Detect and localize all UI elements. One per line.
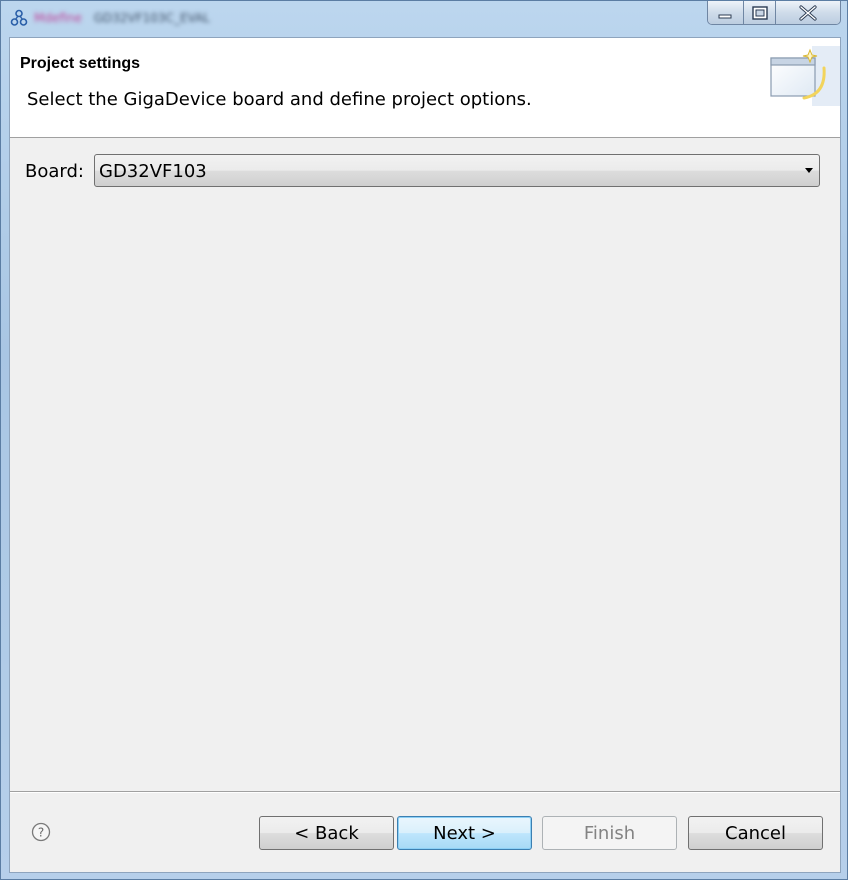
close-button[interactable] bbox=[776, 1, 840, 24]
dialog-client-area: Project settings Select the GigaDevice b… bbox=[9, 37, 841, 873]
cancel-button[interactable]: Cancel bbox=[688, 816, 823, 850]
minimize-icon bbox=[718, 14, 732, 18]
back-button[interactable]: < Back bbox=[259, 816, 394, 850]
board-select-value: GD32VF103 bbox=[99, 161, 207, 182]
window-title-project: GD32VF103C_EVAL bbox=[93, 11, 210, 25]
svg-text:?: ? bbox=[38, 826, 44, 840]
window-title-app: Mdefine bbox=[34, 11, 82, 25]
footer-separator bbox=[10, 791, 840, 793]
wizard-header: Project settings Select the GigaDevice b… bbox=[10, 38, 840, 138]
close-icon bbox=[799, 4, 817, 21]
help-icon[interactable]: ? bbox=[31, 822, 51, 842]
app-icon bbox=[10, 9, 28, 26]
wizard-banner-icon bbox=[770, 46, 840, 106]
next-button[interactable]: Next > bbox=[397, 816, 532, 850]
board-label: Board: bbox=[25, 161, 84, 182]
dialog-window: Mdefine GD32VF103C_EVAL Project settings… bbox=[0, 0, 848, 880]
chevron-down-icon bbox=[805, 168, 813, 173]
maximize-icon bbox=[751, 5, 768, 20]
finish-button[interactable]: Finish bbox=[542, 816, 677, 850]
maximize-button[interactable] bbox=[743, 1, 777, 24]
page-title: Project settings bbox=[20, 55, 141, 72]
minimize-button[interactable] bbox=[708, 1, 744, 24]
caption-buttons bbox=[707, 1, 841, 25]
window-title: Mdefine GD32VF103C_EVAL bbox=[34, 9, 210, 27]
page-description: Select the GigaDevice board and define p… bbox=[27, 89, 532, 110]
board-select[interactable]: GD32VF103 bbox=[94, 154, 820, 187]
title-bar[interactable]: Mdefine GD32VF103C_EVAL bbox=[1, 1, 847, 35]
